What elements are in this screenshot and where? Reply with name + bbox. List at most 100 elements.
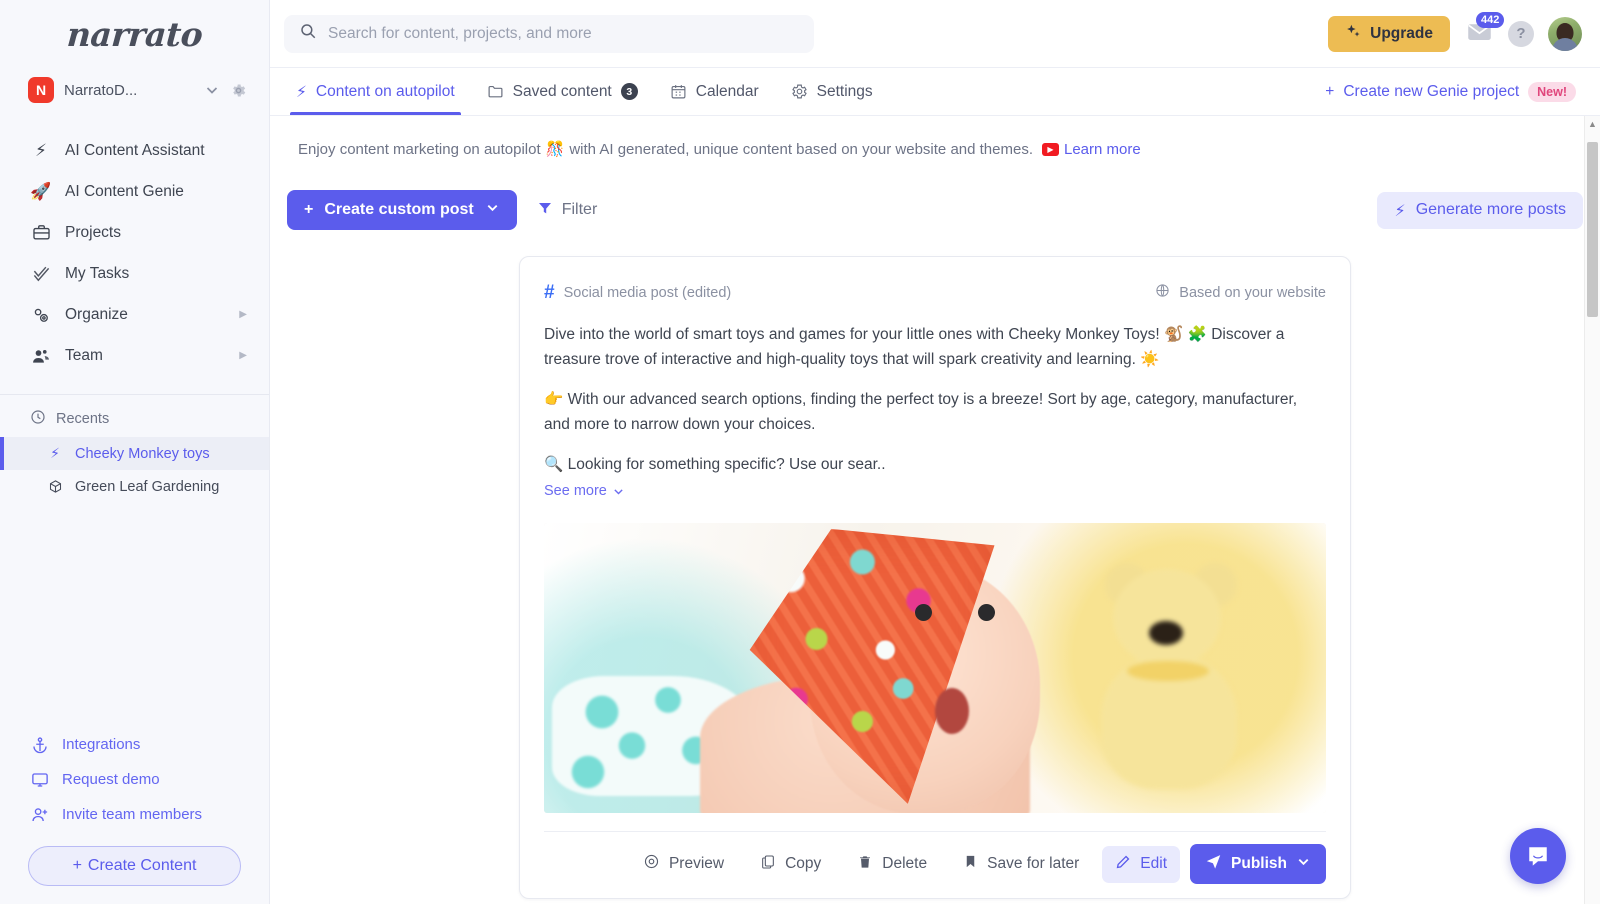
- sidebar-item-ai-content-genie[interactable]: 🚀 AI Content Genie: [0, 171, 269, 212]
- briefcase-icon: [30, 223, 52, 242]
- sidebar-item-label: Organize: [65, 305, 128, 323]
- scrollbar-thumb[interactable]: [1587, 142, 1598, 317]
- create-new-genie-project-button[interactable]: + Create new Genie project New!: [1325, 68, 1582, 115]
- tab-label: Settings: [816, 82, 873, 100]
- search-box[interactable]: [284, 14, 814, 53]
- lightning-icon: ⚡: [1394, 200, 1406, 220]
- calendar-icon: [670, 83, 687, 100]
- tab-content-on-autopilot[interactable]: ⚡ Content on autopilot: [280, 68, 471, 115]
- folder-icon: [487, 83, 504, 100]
- lightning-icon: ⚡: [50, 445, 60, 462]
- mail-badge: 442: [1476, 11, 1505, 28]
- sidebar-item-team[interactable]: Team ▶: [0, 335, 269, 376]
- anchor-icon: [30, 736, 50, 754]
- sparkles-icon: [1345, 23, 1362, 45]
- tab-label: Saved content: [512, 82, 612, 100]
- delete-button[interactable]: Delete: [844, 846, 940, 883]
- sidebar-link-label: Invite team members: [62, 806, 203, 823]
- youtube-icon: ▶: [1042, 142, 1059, 156]
- learn-more-link[interactable]: Learn more: [1064, 141, 1141, 158]
- baby-mouth: [935, 688, 969, 735]
- vertical-scrollbar[interactable]: ▲: [1584, 116, 1600, 904]
- banner-text-after: with AI generated, unique content based …: [569, 140, 1033, 158]
- sidebar-item-organize[interactable]: Organize ▶: [0, 294, 269, 335]
- rocket-icon: 🚀: [30, 181, 52, 202]
- avatar[interactable]: [1548, 16, 1582, 51]
- edit-label: Edit: [1140, 855, 1168, 873]
- banner-text-before: Enjoy content marketing on autopilot: [298, 140, 541, 158]
- publish-label: Publish: [1231, 855, 1287, 873]
- upgrade-button[interactable]: Upgrade: [1328, 15, 1450, 52]
- trash-icon: [857, 854, 873, 875]
- post-body: Dive into the world of smart toys and ga…: [544, 322, 1326, 503]
- gear-icon: [791, 83, 808, 100]
- bookmark-icon: [963, 854, 978, 874]
- preview-label: Preview: [668, 855, 725, 873]
- plus-icon: +: [72, 857, 82, 874]
- see-more-button[interactable]: See more: [544, 480, 625, 503]
- delete-label: Delete: [882, 855, 928, 873]
- recent-item-label: Cheeky Monkey toys: [75, 445, 210, 462]
- tab-calendar[interactable]: Calendar: [654, 68, 775, 115]
- sidebar-item-request-demo[interactable]: Request demo: [0, 762, 269, 797]
- top-bar: Upgrade 442 ?: [270, 0, 1600, 68]
- top-bar-actions: Upgrade 442 ?: [1328, 11, 1582, 52]
- chevron-down-icon[interactable]: [204, 82, 220, 98]
- sidebar-item-integrations[interactable]: Integrations: [0, 727, 269, 762]
- workspace-switcher[interactable]: N NarratoD...: [0, 68, 269, 112]
- post-card-header: # Social media post (edited) Based on yo…: [544, 283, 1326, 302]
- people-icon: [30, 346, 52, 366]
- chat-widget-button[interactable]: [1510, 828, 1566, 884]
- workspace-avatar: N: [28, 77, 54, 103]
- create-content-button[interactable]: + Create Content: [28, 846, 241, 886]
- recents-label: Recents: [56, 411, 110, 427]
- tab-label: Calendar: [695, 82, 759, 100]
- genie-label: Create new Genie project: [1343, 82, 1520, 100]
- tab-settings[interactable]: Settings: [775, 68, 889, 115]
- info-banner: Enjoy content marketing on autopilot 🎊 w…: [270, 116, 1600, 158]
- help-button[interactable]: ?: [1508, 20, 1534, 47]
- create-custom-post-button[interactable]: + Create custom post: [287, 190, 517, 230]
- scroll-up-arrow[interactable]: ▲: [1585, 119, 1600, 129]
- recent-item-cheeky-monkey-toys[interactable]: ⚡ Cheeky Monkey toys: [0, 437, 269, 470]
- tab-bar: ⚡ Content on autopilot Saved content 3 C…: [270, 68, 1600, 116]
- gear-icon[interactable]: [230, 82, 247, 99]
- recent-item-green-leaf-gardening[interactable]: Green Leaf Gardening: [0, 470, 269, 503]
- filter-label: Filter: [561, 201, 598, 218]
- tab-label: Content on autopilot: [315, 82, 455, 100]
- tab-saved-content[interactable]: Saved content 3: [471, 68, 654, 115]
- pencil-icon: [1115, 854, 1131, 875]
- sidebar-item-invite-team-members[interactable]: Invite team members: [0, 797, 269, 832]
- lightning-icon: ⚡: [296, 82, 307, 101]
- publish-button[interactable]: Publish: [1190, 844, 1326, 885]
- eye-icon: [643, 853, 660, 875]
- sidebar-item-ai-content-assistant[interactable]: ⚡ AI Content Assistant: [0, 130, 269, 171]
- sidebar-item-projects[interactable]: Projects: [0, 212, 269, 253]
- sidebar-item-label: Team: [65, 346, 103, 364]
- create-custom-post-label: Create custom post: [324, 201, 474, 218]
- create-content-label: Create Content: [87, 857, 197, 874]
- mail-button[interactable]: 442: [1464, 11, 1505, 49]
- filter-button[interactable]: Filter: [537, 200, 598, 221]
- generate-more-posts-button[interactable]: ⚡ Generate more posts: [1377, 191, 1583, 229]
- copy-button[interactable]: Copy: [747, 846, 834, 883]
- edit-button[interactable]: Edit: [1102, 845, 1181, 883]
- post-paragraph: Dive into the world of smart toys and ga…: [544, 326, 1285, 369]
- sidebar-link-label: Request demo: [62, 771, 160, 788]
- sidebar-item-my-tasks[interactable]: My Tasks: [0, 253, 269, 294]
- search-input[interactable]: [328, 24, 799, 43]
- chat-bubble-icon: [1529, 847, 1547, 866]
- preview-button[interactable]: Preview: [630, 845, 737, 883]
- sidebar-nav: ⚡ AI Content Assistant 🚀 AI Content Geni…: [0, 112, 269, 382]
- post-source: Based on your website: [1155, 283, 1326, 302]
- logo-container[interactable]: narrato: [0, 0, 269, 68]
- search-icon: [299, 22, 317, 45]
- plus-icon: +: [304, 201, 314, 218]
- new-badge: New!: [1528, 81, 1576, 102]
- post-image[interactable]: [544, 523, 1326, 814]
- save-for-later-button[interactable]: Save for later: [950, 846, 1092, 882]
- sidebar-link-label: Integrations: [62, 736, 141, 753]
- post-type-label: Social media post (edited): [563, 284, 732, 301]
- recents-header: Recents: [0, 395, 269, 437]
